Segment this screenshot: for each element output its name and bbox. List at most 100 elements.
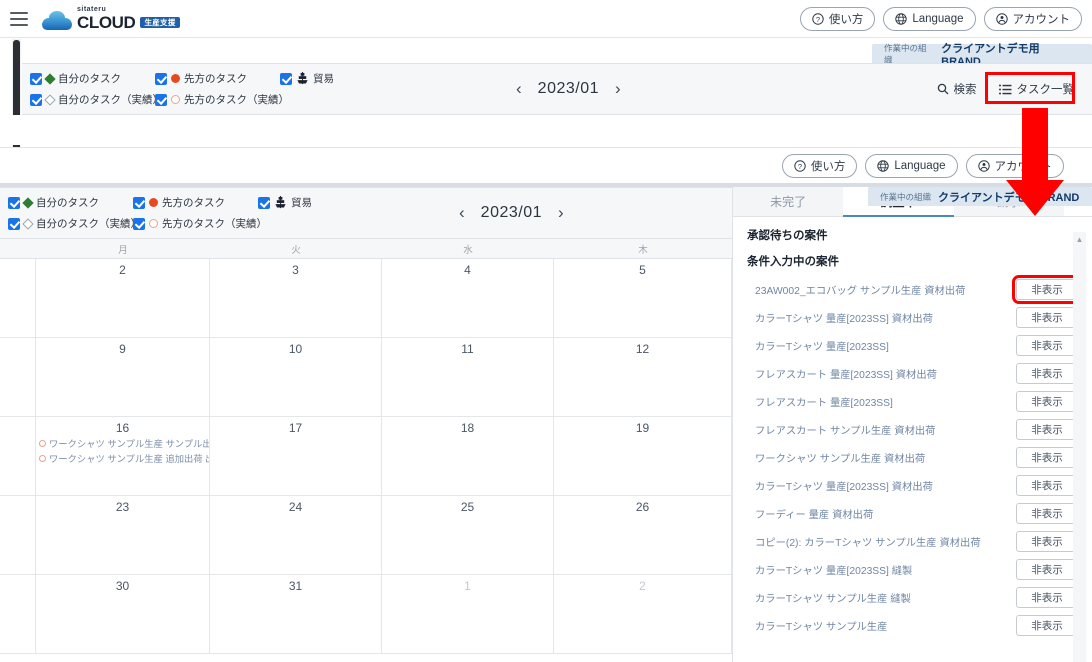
calendar-cell[interactable]: 11 [382, 338, 554, 416]
hide-button[interactable]: 非表示 [1016, 530, 1078, 552]
org-ribbon-lower: 作業中の組織 クライアントデモ用 BRAND [868, 187, 1092, 206]
calendar-cell[interactable] [0, 496, 36, 574]
calendar-dow: 火 [291, 244, 301, 256]
calendar-cell[interactable]: 12 [554, 338, 732, 416]
calendar-cell[interactable]: 31 [210, 575, 382, 653]
calendar-cell[interactable]: 2 [36, 259, 210, 337]
language-button[interactable]: Language [883, 6, 976, 31]
hamburger-menu-icon[interactable] [10, 11, 28, 26]
prev-month-button-lower[interactable]: ‹ [457, 203, 467, 223]
task-label[interactable]: カラーTシャツ 量産[2023SS] [755, 338, 1016, 353]
hide-button[interactable]: 非表示 [1016, 362, 1078, 384]
hide-button[interactable]: 非表示 [1016, 446, 1078, 468]
legend-item-partner-task-lower[interactable]: 先方のタスク [133, 195, 258, 210]
legend-item-own-task-actual[interactable]: 自分のタスク（実績） [30, 92, 163, 107]
help-button[interactable]: ? 使い方 [799, 6, 876, 31]
task-label[interactable]: 23AW002_エコバッグ サンプル生産 資材出荷 [755, 282, 1016, 297]
task-label[interactable]: フーディー 量産 資材出荷 [755, 506, 1016, 521]
task-label[interactable]: カラーTシャツ サンプル生産 縫製 [755, 590, 1016, 605]
list-item: カラーTシャツ サンプル生産 縫製 非表示 [733, 583, 1092, 611]
hide-button[interactable]: 非表示 [1016, 390, 1078, 412]
calendar-cell[interactable]: 10 [210, 338, 382, 416]
task-label[interactable]: カラーTシャツ 量産[2023SS] 縫製 [755, 562, 1016, 577]
checkbox-trade[interactable] [258, 196, 270, 209]
calendar-cell[interactable]: 4 [382, 259, 554, 337]
calendar-cell[interactable]: 2 [554, 575, 732, 653]
calendar-cell[interactable]: 23 [36, 496, 210, 574]
calendar-cell[interactable]: 30 [36, 575, 210, 653]
user-circle-icon [977, 160, 990, 172]
calendar-cell[interactable]: 18 [382, 417, 554, 495]
calendar-cell[interactable]: 1 [382, 575, 554, 653]
legend-item-trade-lower[interactable]: 貿易 [258, 195, 312, 210]
top-app-bar: sitateru CLOUD 生産支援 ? 使い方 Language アカウント [0, 0, 1092, 38]
calendar-task-entry[interactable]: ワークシャツ サンプル生産 追加出荷 出 [36, 450, 209, 465]
legend-item-own-task[interactable]: 自分のタスク [30, 71, 155, 86]
legend-item-own-task-actual-lower[interactable]: 自分のタスク（実績） [8, 216, 141, 231]
calendar-cell[interactable] [0, 259, 36, 337]
calendar-cell[interactable]: 16 ワークシャツ サンプル生産 サンプル出 ワークシャツ サンプル生産 追加出… [36, 417, 210, 495]
task-list-button[interactable]: タスク一覧 [998, 81, 1074, 97]
task-label[interactable]: フレアスカート 量産[2023SS] [755, 394, 1016, 409]
calendar-task-entry[interactable]: ワークシャツ サンプル生産 サンプル出 [36, 435, 209, 450]
calendar-cell[interactable] [0, 417, 36, 495]
checkbox-partner-task-actual[interactable] [155, 93, 167, 106]
checkbox-own-task-actual[interactable] [8, 217, 20, 230]
search-button[interactable]: 検索 [937, 81, 977, 97]
calendar-cell[interactable]: 26 [554, 496, 732, 574]
calendar-cell[interactable] [0, 338, 36, 416]
calendar-day-number: 24 [288, 500, 303, 514]
hide-button[interactable]: 非表示 [1016, 418, 1078, 440]
hide-button[interactable]: 非表示 [1016, 334, 1078, 356]
circle-outline-icon [39, 454, 46, 462]
hide-button[interactable]: 非表示 [1012, 274, 1082, 304]
calendar-cell[interactable]: 17 [210, 417, 382, 495]
calendar-cell[interactable]: 24 [210, 496, 382, 574]
checkbox-partner-task[interactable] [133, 196, 145, 209]
calendar-cell[interactable]: 19 [554, 417, 732, 495]
task-label[interactable]: ワークシャツ サンプル生産 資材出荷 [755, 450, 1016, 465]
calendar-cell[interactable]: 5 [554, 259, 732, 337]
legend-item-own-task-lower[interactable]: 自分のタスク [8, 195, 133, 210]
calendar-day-number: 17 [288, 421, 303, 435]
hide-button[interactable]: 非表示 [1016, 558, 1078, 580]
language-button-lower[interactable]: Language [865, 154, 958, 178]
task-label[interactable]: カラーTシャツ サンプル生産 [755, 618, 1016, 633]
hide-button[interactable]: 非表示 [1016, 502, 1078, 524]
legend-item-trade[interactable]: 貿易 [280, 71, 334, 86]
task-label[interactable]: コピー(2): カラーTシャツ サンプル生産 資材出荷 [755, 534, 1016, 549]
hide-button[interactable]: 非表示 [1016, 586, 1078, 608]
help-button-lower[interactable]: ? 使い方 [781, 154, 858, 178]
task-label[interactable]: フレアスカート 量産[2023SS] 資材出荷 [755, 366, 1016, 381]
task-panel-scrollbar[interactable]: ▲ [1073, 232, 1086, 662]
legend-item-partner-task[interactable]: 先方のタスク [155, 71, 280, 86]
checkbox-own-task[interactable] [30, 72, 42, 85]
hide-button[interactable]: 非表示 [1016, 306, 1078, 328]
checkbox-partner-task-actual[interactable] [133, 217, 145, 230]
task-label[interactable]: カラーTシャツ 量産[2023SS] 資材出荷 [755, 310, 1016, 325]
legend-item-partner-task-actual[interactable]: 先方のタスク（実績） [155, 92, 289, 107]
task-label[interactable]: カラーTシャツ 量産[2023SS] 資材出荷 [755, 478, 1016, 493]
next-month-button-lower[interactable]: › [556, 203, 566, 223]
calendar-cell[interactable]: 3 [210, 259, 382, 337]
account-button[interactable]: アカウント [983, 6, 1082, 31]
calendar-cell[interactable]: 25 [382, 496, 554, 574]
calendar-day-number: 30 [115, 579, 130, 593]
legend-item-partner-task-actual-lower[interactable]: 先方のタスク（実績） [133, 216, 267, 231]
calendar-task-label: ワークシャツ サンプル生産 サンプル出 [49, 439, 210, 449]
checkbox-partner-task[interactable] [155, 72, 167, 85]
checkbox-own-task[interactable] [8, 196, 20, 209]
checkbox-trade[interactable] [280, 72, 292, 85]
calendar-cell[interactable]: 9 [36, 338, 210, 416]
account-button-lower[interactable]: アカウント [965, 154, 1064, 178]
task-label[interactable]: フレアスカート サンプル生産 資材出荷 [755, 422, 1016, 437]
prev-month-button[interactable]: ‹ [514, 79, 524, 99]
scroll-up-arrow-icon[interactable]: ▲ [1073, 232, 1086, 244]
checkbox-own-task-actual[interactable] [30, 93, 42, 106]
circle-outline-icon [171, 95, 180, 104]
hide-button[interactable]: 非表示 [1016, 474, 1078, 496]
calendar-cell[interactable] [0, 575, 36, 653]
next-month-button[interactable]: › [613, 79, 623, 99]
tab-incomplete[interactable]: 未完了 [733, 187, 844, 217]
hide-button[interactable]: 非表示 [1016, 614, 1078, 636]
